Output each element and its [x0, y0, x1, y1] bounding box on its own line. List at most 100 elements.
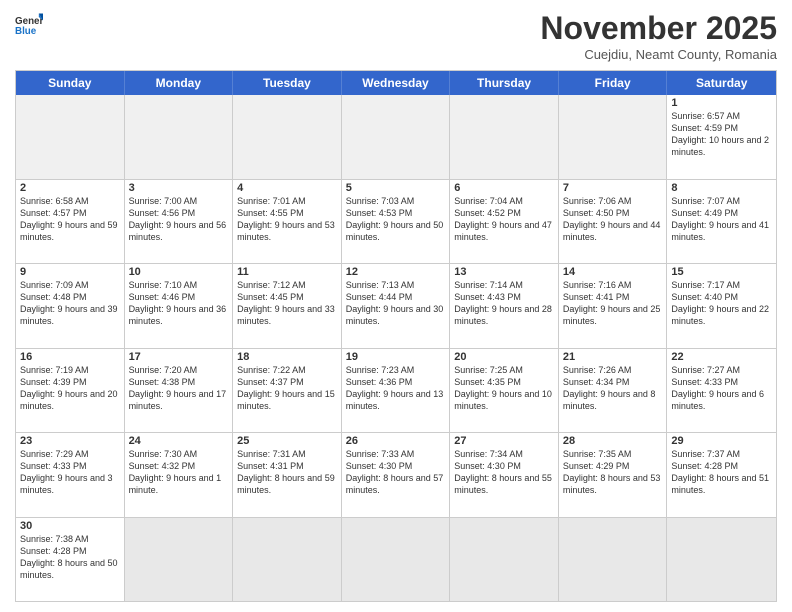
- day-number: 3: [129, 182, 229, 194]
- day-number: 20: [454, 351, 554, 363]
- calendar-cell: [342, 518, 451, 602]
- day-number: 13: [454, 266, 554, 278]
- calendar-cell: 22Sunrise: 7:27 AM Sunset: 4:33 PM Dayli…: [667, 349, 776, 433]
- calendar-cell: 6Sunrise: 7:04 AM Sunset: 4:52 PM Daylig…: [450, 180, 559, 264]
- calendar-cell: [667, 518, 776, 602]
- calendar-body: 1Sunrise: 6:57 AM Sunset: 4:59 PM Daylig…: [16, 95, 776, 601]
- subtitle: Cuejdiu, Neamt County, Romania: [540, 47, 777, 62]
- calendar-cell: 10Sunrise: 7:10 AM Sunset: 4:46 PM Dayli…: [125, 264, 234, 348]
- day-number: 18: [237, 351, 337, 363]
- calendar-cell: [450, 518, 559, 602]
- day-number: 1: [671, 97, 772, 109]
- cell-info: Sunrise: 7:35 AM Sunset: 4:29 PM Dayligh…: [563, 448, 663, 497]
- header-day-saturday: Saturday: [667, 71, 776, 95]
- cell-info: Sunrise: 7:22 AM Sunset: 4:37 PM Dayligh…: [237, 364, 337, 413]
- day-number: 30: [20, 520, 120, 532]
- calendar-cell: [342, 95, 451, 179]
- calendar-cell: [450, 95, 559, 179]
- calendar-cell: [16, 95, 125, 179]
- calendar-cell: 4Sunrise: 7:01 AM Sunset: 4:55 PM Daylig…: [233, 180, 342, 264]
- day-number: 21: [563, 351, 663, 363]
- calendar-row-3: 16Sunrise: 7:19 AM Sunset: 4:39 PM Dayli…: [16, 349, 776, 434]
- day-number: 8: [671, 182, 772, 194]
- calendar-cell: 14Sunrise: 7:16 AM Sunset: 4:41 PM Dayli…: [559, 264, 668, 348]
- header-day-wednesday: Wednesday: [342, 71, 451, 95]
- calendar-row-4: 23Sunrise: 7:29 AM Sunset: 4:33 PM Dayli…: [16, 433, 776, 518]
- calendar-cell: [559, 518, 668, 602]
- day-number: 28: [563, 435, 663, 447]
- cell-info: Sunrise: 7:34 AM Sunset: 4:30 PM Dayligh…: [454, 448, 554, 497]
- cell-info: Sunrise: 7:37 AM Sunset: 4:28 PM Dayligh…: [671, 448, 772, 497]
- calendar-row-2: 9Sunrise: 7:09 AM Sunset: 4:48 PM Daylig…: [16, 264, 776, 349]
- calendar-cell: 19Sunrise: 7:23 AM Sunset: 4:36 PM Dayli…: [342, 349, 451, 433]
- day-number: 9: [20, 266, 120, 278]
- calendar-cell: 13Sunrise: 7:14 AM Sunset: 4:43 PM Dayli…: [450, 264, 559, 348]
- day-number: 24: [129, 435, 229, 447]
- calendar-cell: 21Sunrise: 7:26 AM Sunset: 4:34 PM Dayli…: [559, 349, 668, 433]
- calendar-cell: 11Sunrise: 7:12 AM Sunset: 4:45 PM Dayli…: [233, 264, 342, 348]
- calendar-cell: [233, 95, 342, 179]
- cell-info: Sunrise: 7:07 AM Sunset: 4:49 PM Dayligh…: [671, 195, 772, 244]
- calendar-cell: 17Sunrise: 7:20 AM Sunset: 4:38 PM Dayli…: [125, 349, 234, 433]
- day-number: 29: [671, 435, 772, 447]
- cell-info: Sunrise: 7:30 AM Sunset: 4:32 PM Dayligh…: [129, 448, 229, 497]
- day-number: 10: [129, 266, 229, 278]
- calendar-cell: [125, 95, 234, 179]
- calendar-cell: 2Sunrise: 6:58 AM Sunset: 4:57 PM Daylig…: [16, 180, 125, 264]
- cell-info: Sunrise: 7:04 AM Sunset: 4:52 PM Dayligh…: [454, 195, 554, 244]
- day-number: 2: [20, 182, 120, 194]
- cell-info: Sunrise: 7:06 AM Sunset: 4:50 PM Dayligh…: [563, 195, 663, 244]
- cell-info: Sunrise: 7:10 AM Sunset: 4:46 PM Dayligh…: [129, 279, 229, 328]
- cell-info: Sunrise: 6:58 AM Sunset: 4:57 PM Dayligh…: [20, 195, 120, 244]
- cell-info: Sunrise: 7:14 AM Sunset: 4:43 PM Dayligh…: [454, 279, 554, 328]
- calendar: SundayMondayTuesdayWednesdayThursdayFrid…: [15, 70, 777, 602]
- cell-info: Sunrise: 7:20 AM Sunset: 4:38 PM Dayligh…: [129, 364, 229, 413]
- title-block: November 2025 Cuejdiu, Neamt County, Rom…: [540, 10, 777, 62]
- day-number: 19: [346, 351, 446, 363]
- header-day-sunday: Sunday: [16, 71, 125, 95]
- calendar-cell: 25Sunrise: 7:31 AM Sunset: 4:31 PM Dayli…: [233, 433, 342, 517]
- calendar-row-0: 1Sunrise: 6:57 AM Sunset: 4:59 PM Daylig…: [16, 95, 776, 180]
- day-number: 4: [237, 182, 337, 194]
- cell-info: Sunrise: 7:31 AM Sunset: 4:31 PM Dayligh…: [237, 448, 337, 497]
- day-number: 23: [20, 435, 120, 447]
- cell-info: Sunrise: 7:12 AM Sunset: 4:45 PM Dayligh…: [237, 279, 337, 328]
- cell-info: Sunrise: 7:26 AM Sunset: 4:34 PM Dayligh…: [563, 364, 663, 413]
- header-day-tuesday: Tuesday: [233, 71, 342, 95]
- cell-info: Sunrise: 7:17 AM Sunset: 4:40 PM Dayligh…: [671, 279, 772, 328]
- header-day-monday: Monday: [125, 71, 234, 95]
- cell-info: Sunrise: 7:16 AM Sunset: 4:41 PM Dayligh…: [563, 279, 663, 328]
- cell-info: Sunrise: 7:03 AM Sunset: 4:53 PM Dayligh…: [346, 195, 446, 244]
- calendar-cell: 27Sunrise: 7:34 AM Sunset: 4:30 PM Dayli…: [450, 433, 559, 517]
- calendar-cell: 26Sunrise: 7:33 AM Sunset: 4:30 PM Dayli…: [342, 433, 451, 517]
- cell-info: Sunrise: 7:33 AM Sunset: 4:30 PM Dayligh…: [346, 448, 446, 497]
- day-number: 17: [129, 351, 229, 363]
- calendar-row-1: 2Sunrise: 6:58 AM Sunset: 4:57 PM Daylig…: [16, 180, 776, 265]
- calendar-cell: 16Sunrise: 7:19 AM Sunset: 4:39 PM Dayli…: [16, 349, 125, 433]
- cell-info: Sunrise: 6:57 AM Sunset: 4:59 PM Dayligh…: [671, 110, 772, 159]
- cell-info: Sunrise: 7:29 AM Sunset: 4:33 PM Dayligh…: [20, 448, 120, 497]
- calendar-cell: 12Sunrise: 7:13 AM Sunset: 4:44 PM Dayli…: [342, 264, 451, 348]
- calendar-cell: 1Sunrise: 6:57 AM Sunset: 4:59 PM Daylig…: [667, 95, 776, 179]
- cell-info: Sunrise: 7:09 AM Sunset: 4:48 PM Dayligh…: [20, 279, 120, 328]
- svg-text:Blue: Blue: [15, 26, 37, 37]
- calendar-cell: 20Sunrise: 7:25 AM Sunset: 4:35 PM Dayli…: [450, 349, 559, 433]
- logo: General Blue: [15, 10, 43, 38]
- day-number: 6: [454, 182, 554, 194]
- calendar-cell: 15Sunrise: 7:17 AM Sunset: 4:40 PM Dayli…: [667, 264, 776, 348]
- header-day-thursday: Thursday: [450, 71, 559, 95]
- header: General Blue November 2025 Cuejdiu, Neam…: [15, 10, 777, 62]
- cell-info: Sunrise: 7:23 AM Sunset: 4:36 PM Dayligh…: [346, 364, 446, 413]
- month-title: November 2025: [540, 10, 777, 47]
- cell-info: Sunrise: 7:19 AM Sunset: 4:39 PM Dayligh…: [20, 364, 120, 413]
- header-day-friday: Friday: [559, 71, 668, 95]
- cell-info: Sunrise: 7:27 AM Sunset: 4:33 PM Dayligh…: [671, 364, 772, 413]
- calendar-header: SundayMondayTuesdayWednesdayThursdayFrid…: [16, 71, 776, 95]
- calendar-cell: [233, 518, 342, 602]
- calendar-cell: 30Sunrise: 7:38 AM Sunset: 4:28 PM Dayli…: [16, 518, 125, 602]
- day-number: 11: [237, 266, 337, 278]
- cell-info: Sunrise: 7:25 AM Sunset: 4:35 PM Dayligh…: [454, 364, 554, 413]
- day-number: 12: [346, 266, 446, 278]
- day-number: 7: [563, 182, 663, 194]
- day-number: 22: [671, 351, 772, 363]
